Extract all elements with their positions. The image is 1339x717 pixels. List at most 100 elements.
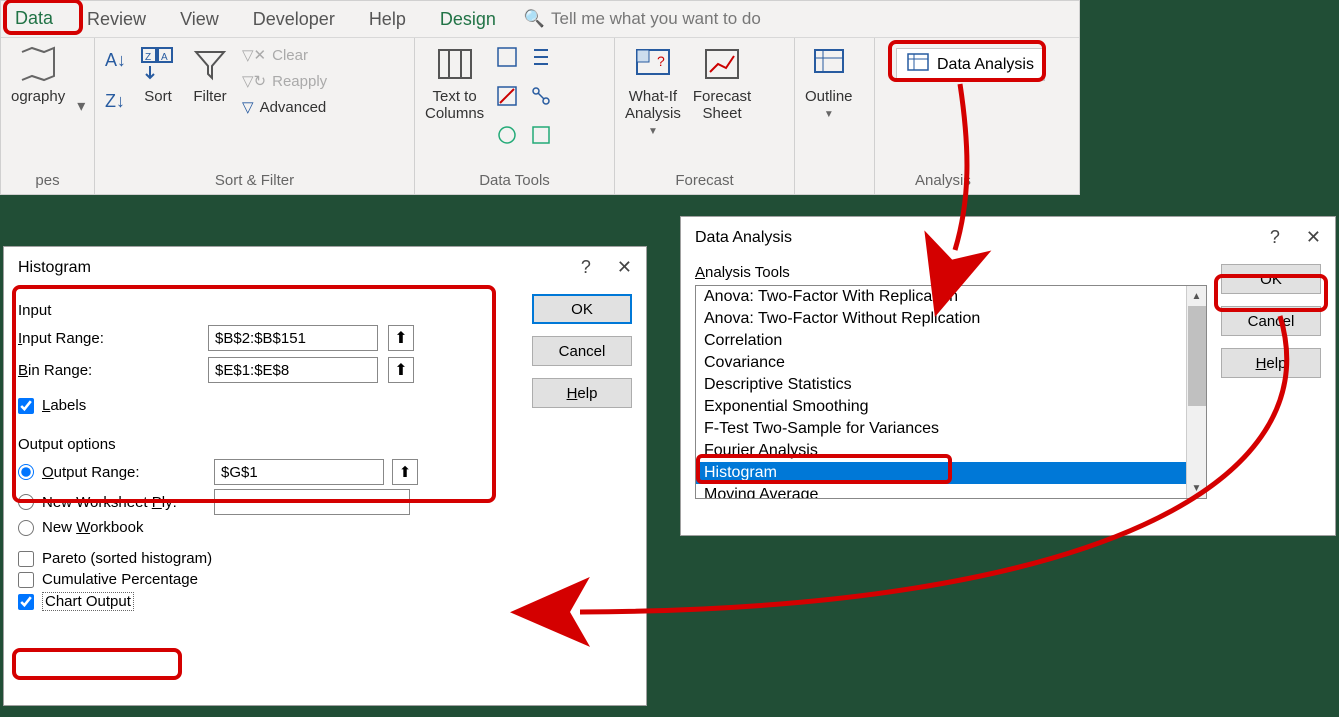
text-to-columns-label: Text to Columns [425, 88, 484, 122]
chart-output-label: Chart Output [42, 592, 134, 611]
data-analysis-dialog: Data Analysis ? ✕ Analysis Tools Anova: … [680, 216, 1336, 536]
forecast-icon [702, 44, 742, 84]
ribbon: Data Review View Developer Help Design 🔍… [0, 0, 1080, 195]
new-workbook-label: New Workbook [42, 519, 143, 536]
tab-review[interactable]: Review [81, 5, 152, 34]
close-icon[interactable]: ✕ [1306, 227, 1321, 248]
search-icon: 🔍 [524, 9, 545, 29]
list-item[interactable]: Descriptive Statistics [696, 374, 1206, 396]
tell-me-label: Tell me what you want to do [551, 9, 761, 29]
highlight-data-tab [3, 0, 83, 35]
group-outline-label [805, 185, 864, 193]
types-more-icon[interactable]: ▾ [77, 96, 85, 116]
advanced-button[interactable]: ▽ Advanced [242, 98, 327, 116]
cumulative-label: Cumulative Percentage [42, 571, 198, 588]
forecast-sheet-button[interactable]: Forecast Sheet [693, 44, 751, 122]
text-to-columns-button[interactable]: Text to Columns [425, 44, 484, 122]
help-button[interactable]: Help [1221, 348, 1321, 378]
pareto-checkbox[interactable] [18, 551, 34, 567]
close-icon[interactable]: ✕ [617, 257, 632, 278]
tab-help[interactable]: Help [363, 5, 412, 34]
svg-text:Z: Z [145, 52, 151, 63]
histogram-title: Histogram [18, 259, 91, 277]
group-sortfilter-label: Sort & Filter [105, 168, 404, 193]
group-types-label: pes [11, 168, 84, 193]
scrollbar[interactable]: ▲ ▼ [1186, 286, 1206, 498]
pareto-label: Pareto (sorted histogram) [42, 550, 212, 567]
advanced-label: Advanced [260, 99, 327, 116]
relationships-icon[interactable] [530, 85, 552, 112]
list-item[interactable]: Moving Average [696, 484, 1206, 499]
whatif-button[interactable]: ? What-If Analysis ▼ [625, 44, 681, 137]
group-datatools-label: Data Tools [425, 168, 604, 193]
help-icon[interactable]: ? [1270, 227, 1280, 248]
chevron-down-icon: ▼ [648, 126, 658, 137]
reapply-label: Reapply [272, 73, 327, 90]
data-validation-icon[interactable] [496, 124, 518, 151]
consolidate-icon[interactable] [530, 46, 552, 73]
chevron-down-icon: ▼ [824, 109, 834, 120]
svg-text:?: ? [657, 53, 665, 69]
sort-asc-icon[interactable]: A↓ [105, 50, 126, 71]
scroll-down-icon[interactable]: ▼ [1187, 478, 1206, 498]
text-to-columns-icon [435, 44, 475, 84]
clear-button[interactable]: ▽✕ Clear [242, 46, 327, 64]
clear-label: Clear [272, 47, 308, 64]
tab-design[interactable]: Design [434, 5, 502, 34]
ok-button[interactable]: OK [532, 294, 632, 324]
clear-icon: ▽✕ [242, 46, 266, 64]
sort-label: Sort [144, 88, 172, 105]
highlight-chart-output [12, 648, 182, 680]
cancel-button[interactable]: Cancel [532, 336, 632, 366]
highlight-ok-button [1214, 274, 1328, 312]
list-item[interactable]: F-Test Two-Sample for Variances [696, 418, 1206, 440]
svg-text:A: A [161, 52, 168, 63]
whatif-icon: ? [633, 44, 673, 84]
list-item[interactable]: Correlation [696, 330, 1206, 352]
list-item[interactable]: Covariance [696, 352, 1206, 374]
analysis-tools-label: Analysis Tools [695, 264, 1207, 281]
scroll-thumb[interactable] [1188, 306, 1206, 406]
filter-button[interactable]: Filter [190, 44, 230, 105]
new-workbook-radio[interactable] [18, 520, 34, 536]
remove-duplicates-icon[interactable] [496, 85, 518, 112]
tab-developer[interactable]: Developer [247, 5, 341, 34]
data-analysis-title: Data Analysis [695, 229, 792, 247]
outline-icon [809, 44, 849, 84]
geography-button[interactable]: ography [11, 44, 65, 105]
chart-output-checkbox[interactable] [18, 594, 34, 610]
reapply-button[interactable]: ▽↻ Reapply [242, 72, 327, 90]
list-item[interactable]: Exponential Smoothing [696, 396, 1206, 418]
ribbon-tabs: Data Review View Developer Help Design 🔍… [1, 1, 1079, 37]
advanced-icon: ▽ [242, 98, 254, 116]
manage-data-model-icon[interactable] [530, 124, 552, 151]
reapply-icon: ▽↻ [242, 72, 266, 90]
tab-view[interactable]: View [174, 5, 225, 34]
list-item[interactable]: Anova: Two-Factor With Replication [696, 286, 1206, 308]
forecast-label: Forecast Sheet [693, 88, 751, 122]
highlight-data-analysis [888, 40, 1046, 82]
cumulative-checkbox[interactable] [18, 572, 34, 588]
map-icon [18, 44, 58, 84]
analysis-tools-list[interactable]: Anova: Two-Factor With Replication Anova… [695, 285, 1207, 499]
sort-button[interactable]: ZA Sort [138, 44, 178, 105]
group-analysis-label: Analysis [915, 172, 971, 189]
group-forecast-label: Forecast [625, 168, 784, 193]
help-icon[interactable]: ? [581, 257, 591, 278]
outline-button[interactable]: Outline ▼ [805, 44, 853, 120]
sort-icon: ZA [138, 44, 178, 84]
list-item[interactable]: Anova: Two-Factor Without Replication [696, 308, 1206, 330]
highlight-input-section [12, 285, 496, 503]
sort-desc-icon[interactable]: Z↓ [105, 91, 126, 112]
list-item[interactable]: Fourier Analysis [696, 440, 1206, 462]
filter-label: Filter [193, 88, 226, 105]
whatif-label: What-If Analysis [625, 88, 681, 122]
filter-icon [190, 44, 230, 84]
flash-fill-icon[interactable] [496, 46, 518, 73]
tell-me-search[interactable]: 🔍 Tell me what you want to do [524, 9, 761, 29]
scroll-up-icon[interactable]: ▲ [1187, 286, 1206, 306]
outline-label: Outline [805, 88, 853, 105]
geography-label: ography [11, 88, 65, 105]
list-item-histogram[interactable]: Histogram [696, 462, 1206, 484]
help-button[interactable]: Help [532, 378, 632, 408]
